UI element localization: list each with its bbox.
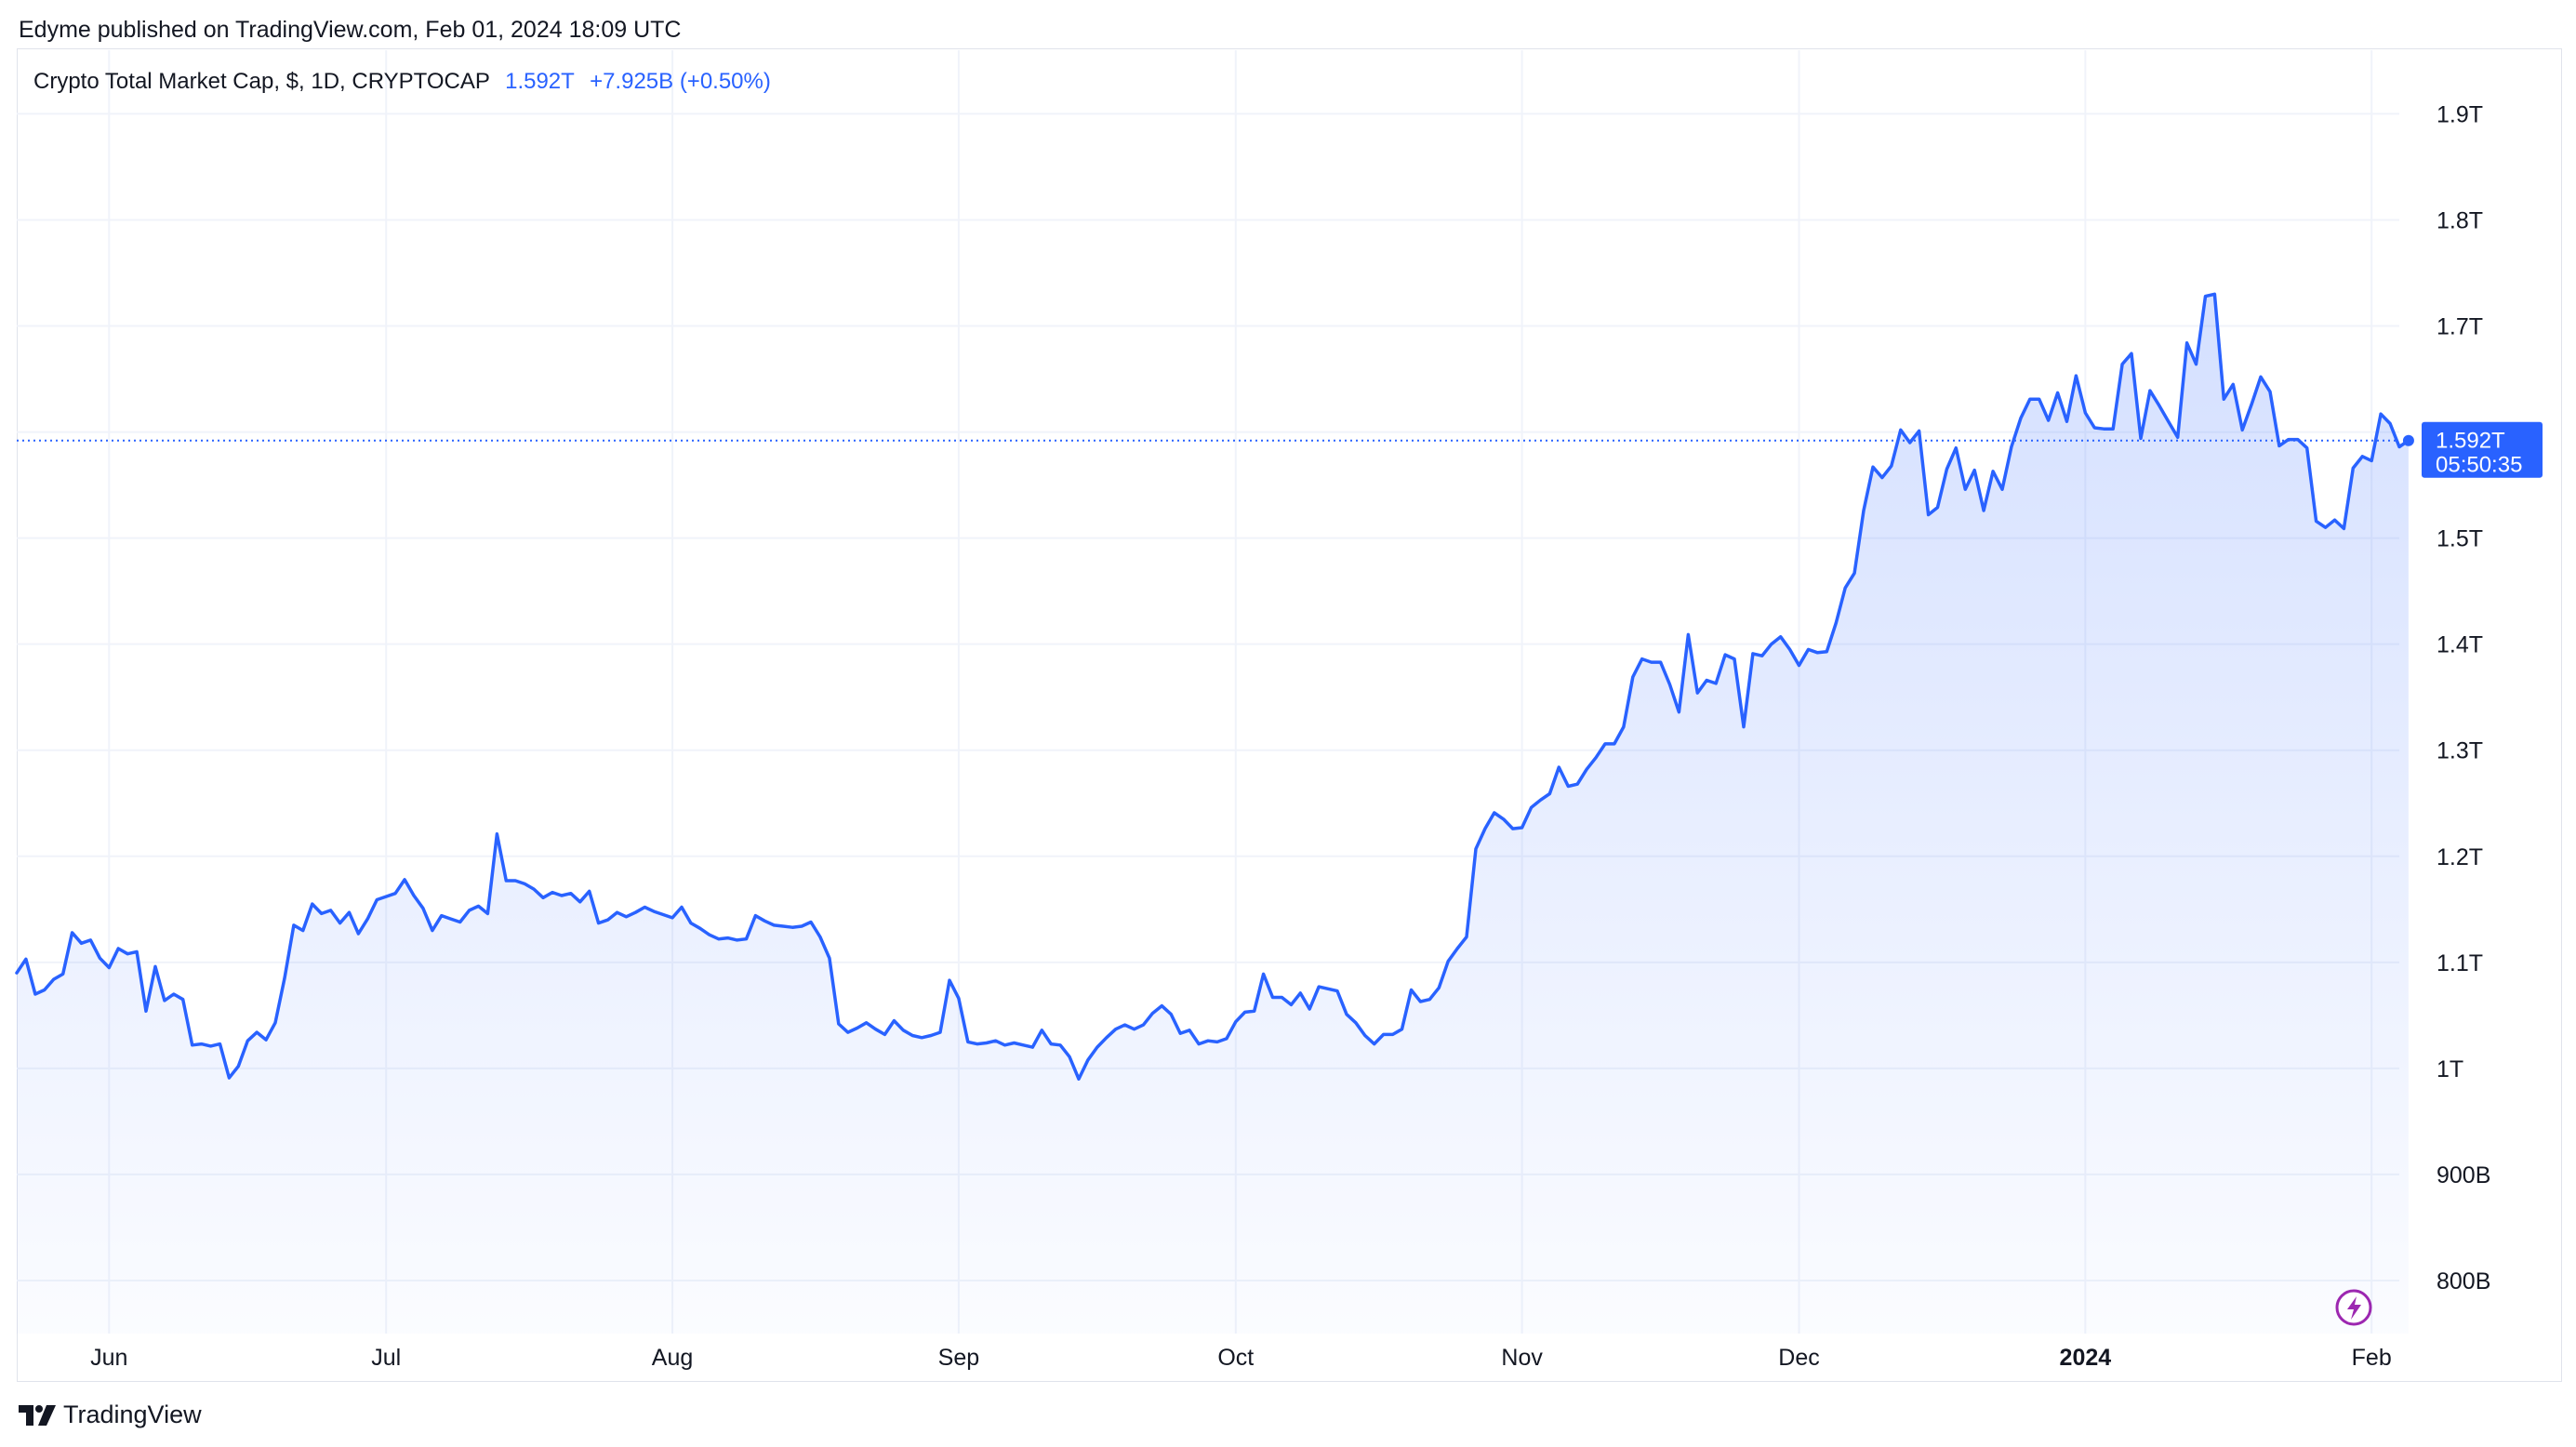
x-tick-label: Aug <box>652 1345 693 1371</box>
last-point-dot <box>2402 434 2414 446</box>
x-tick-label: Nov <box>1501 1345 1543 1371</box>
y-tick-label: 1.5T <box>2437 526 2483 552</box>
y-tick-label: 1.8T <box>2437 207 2483 233</box>
legend-last-value: 1.592T <box>505 69 575 94</box>
lightning-icon[interactable] <box>2335 1289 2372 1326</box>
y-tick-label: 1T <box>2437 1056 2463 1082</box>
price-tag-countdown: 05:50:35 <box>2436 453 2522 478</box>
series-area <box>17 294 2409 1334</box>
x-tick-label: 2024 <box>2060 1345 2112 1371</box>
y-tick-label: 1.9T <box>2437 101 2483 127</box>
y-tick-label: 1.1T <box>2437 950 2483 976</box>
x-tick-label: Sep <box>938 1345 979 1371</box>
tradingview-logo-icon <box>19 1404 56 1426</box>
y-tick-label: 1.3T <box>2437 738 2483 764</box>
x-tick-label: Jul <box>371 1345 401 1371</box>
legend-symbol: Crypto Total Market Cap, $, 1D, CRYPTOCA… <box>33 69 490 94</box>
x-tick-label: Oct <box>1217 1345 1254 1371</box>
y-tick-label: 800B <box>2437 1268 2490 1294</box>
tradingview-brand[interactable]: TradingView <box>19 1401 202 1429</box>
x-tick-label: Jun <box>90 1345 127 1371</box>
symbol-legend[interactable]: Crypto Total Market Cap, $, 1D, CRYPTOCA… <box>33 69 771 95</box>
y-tick-label: 900B <box>2437 1162 2490 1188</box>
tradingview-brand-text: TradingView <box>63 1401 202 1428</box>
y-tick-label: 1.2T <box>2437 844 2483 870</box>
chart-canvas[interactable]: 1.9T1.8T1.7T1.6T1.5T1.4T1.3T1.2T1.1T1T90… <box>0 0 2576 1447</box>
x-axis: Jun Jul Aug Sep Oct Nov Dec 2024 Feb <box>90 1345 2392 1371</box>
x-tick-label: Feb <box>2352 1345 2392 1371</box>
y-tick-label: 1.4T <box>2437 632 2483 658</box>
legend-change: +7.925B (+0.50%) <box>590 69 771 94</box>
x-tick-label: Dec <box>1778 1345 1819 1371</box>
price-tag-value: 1.592T <box>2436 429 2505 454</box>
y-axis: 1.9T1.8T1.7T1.6T1.5T1.4T1.3T1.2T1.1T1T90… <box>2437 101 2490 1294</box>
y-tick-label: 1.7T <box>2437 314 2483 340</box>
area-fill-layer <box>17 294 2409 1334</box>
